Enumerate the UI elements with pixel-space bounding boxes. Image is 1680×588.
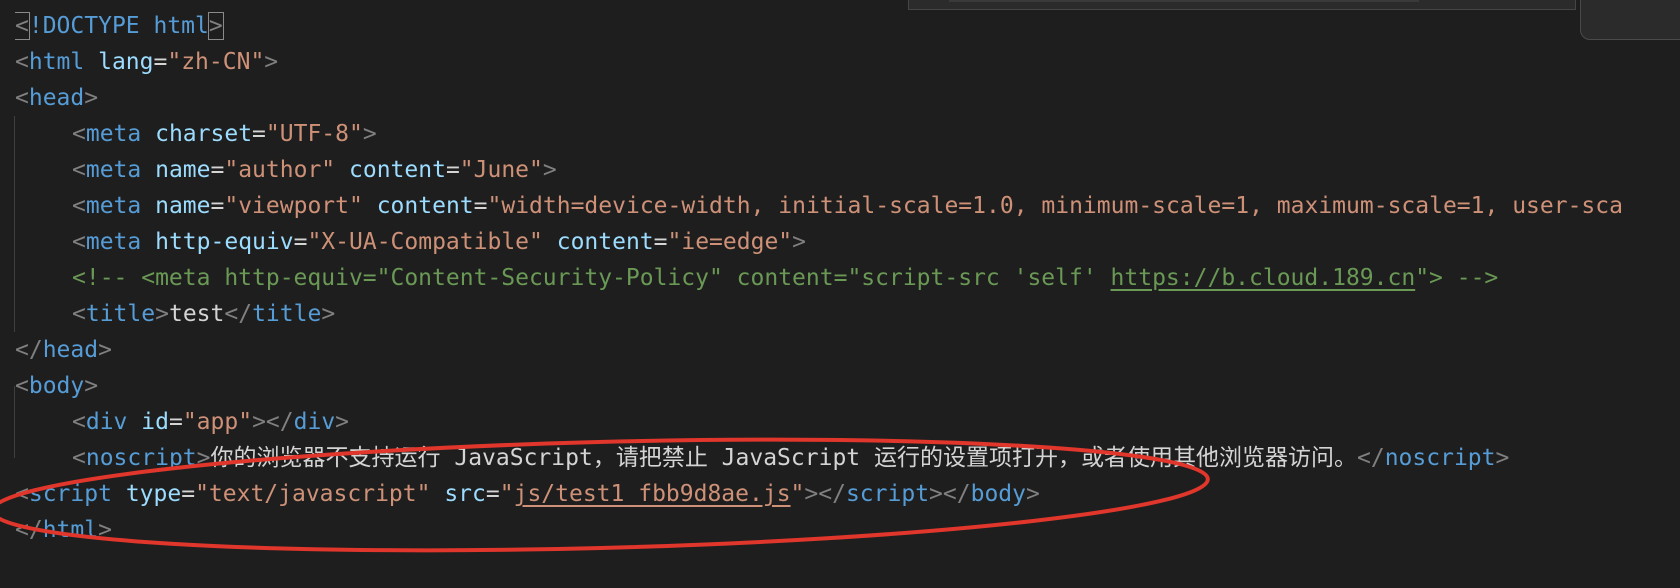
title-text: test xyxy=(168,301,225,327)
code-line: <meta name="author" content="June"> xyxy=(72,157,557,183)
attr-name: http-equiv xyxy=(155,229,294,255)
comment-link[interactable]: https://b.cloud.189.cn xyxy=(1111,265,1416,291)
attr-value: "zh-CN" xyxy=(167,49,265,75)
tag-name: head xyxy=(28,85,85,111)
doctype-close-bracket: > xyxy=(207,12,224,40)
tag-name: meta xyxy=(85,157,142,183)
code-line: </html> xyxy=(15,517,112,543)
attr-value: "viewport" xyxy=(224,193,363,219)
tag-name: noscript xyxy=(1384,445,1496,471)
code-line: <!DOCTYPE html> xyxy=(15,8,1680,44)
code-line: <div id="app"></div> xyxy=(72,409,350,435)
code-editor[interactable]: <!DOCTYPE html> <html lang="zh-CN"> <hea… xyxy=(0,0,1680,588)
tag-name: head xyxy=(42,337,99,363)
attr-name: content xyxy=(556,229,654,255)
code-line: <meta name="viewport" content="width=dev… xyxy=(72,193,1623,219)
attr-name: content xyxy=(349,157,446,183)
attr-name: content xyxy=(376,193,474,219)
attr-value: "width=device-width, initial-scale=1.0, … xyxy=(487,193,1623,219)
script-src-link[interactable]: js/test1_fbb9d8ae.js xyxy=(514,481,791,507)
tag-name: meta xyxy=(85,193,142,219)
attr-value-quote: " xyxy=(499,481,514,507)
code-line: <script type="text/javascript" src="js/t… xyxy=(15,481,1040,507)
code-line: <noscript>你的浏览器不支持运行 JavaScript，请把禁止 Jav… xyxy=(72,445,1510,471)
attr-value: "X-UA-Compatible" xyxy=(307,229,543,255)
attr-value: "app" xyxy=(182,409,253,435)
code-line: </head> xyxy=(15,337,112,363)
doctype-open-bracket: < xyxy=(15,12,30,40)
code-line: <meta charset="UTF-8"> xyxy=(72,121,377,147)
tag-name: script xyxy=(845,481,930,507)
tag-name: div xyxy=(85,409,128,435)
noscript-text: 你的浏览器不支持运行 JavaScript，请把禁止 JavaScript 运行… xyxy=(210,445,1358,471)
attr-name: src xyxy=(444,481,486,507)
attr-value: "UTF-8" xyxy=(265,121,363,147)
code-line: <body> xyxy=(15,373,99,399)
attr-value-quote: " xyxy=(790,481,805,507)
tag-name: title xyxy=(85,301,156,327)
tag-name: html xyxy=(28,49,85,75)
code-line: <html lang="zh-CN"> xyxy=(15,49,279,75)
tag-name: html xyxy=(42,517,99,543)
html-comment: <!-- <meta http-equiv="Content-Security-… xyxy=(72,265,1111,291)
tag-name: meta xyxy=(85,229,142,255)
tag-name: body xyxy=(970,481,1026,507)
code-line: <meta http-equiv="X-UA-Compatible" conte… xyxy=(72,229,806,255)
tag-name: div xyxy=(293,409,336,435)
attr-value: "ie=edge" xyxy=(667,229,793,255)
attr-value: "text/javascript" xyxy=(195,481,431,507)
find-widget-input[interactable] xyxy=(949,0,1419,2)
attr-value: "June" xyxy=(459,157,543,183)
attr-name: name xyxy=(155,157,211,183)
attr-name: lang xyxy=(98,49,154,75)
code-line: <head> xyxy=(15,85,99,111)
html-comment-end: "> --> xyxy=(1415,265,1499,291)
tag-name: noscript xyxy=(85,445,197,471)
attr-name: type xyxy=(125,481,182,507)
doctype-text: !DOCTYPE html xyxy=(28,13,209,39)
code-lines: <!DOCTYPE html> <html lang="zh-CN"> <hea… xyxy=(15,8,1680,548)
attr-name: charset xyxy=(155,121,253,147)
code-line: <title>test</title> xyxy=(72,301,336,327)
tag-name: body xyxy=(28,373,85,399)
tag-name: title xyxy=(252,301,322,327)
tag-name: script xyxy=(28,481,112,507)
attr-name: id xyxy=(141,409,169,435)
tag-name: meta xyxy=(85,121,142,147)
attr-name: name xyxy=(155,193,211,219)
code-line: <!-- <meta http-equiv="Content-Security-… xyxy=(15,260,1680,296)
attr-value: "author" xyxy=(224,157,336,183)
